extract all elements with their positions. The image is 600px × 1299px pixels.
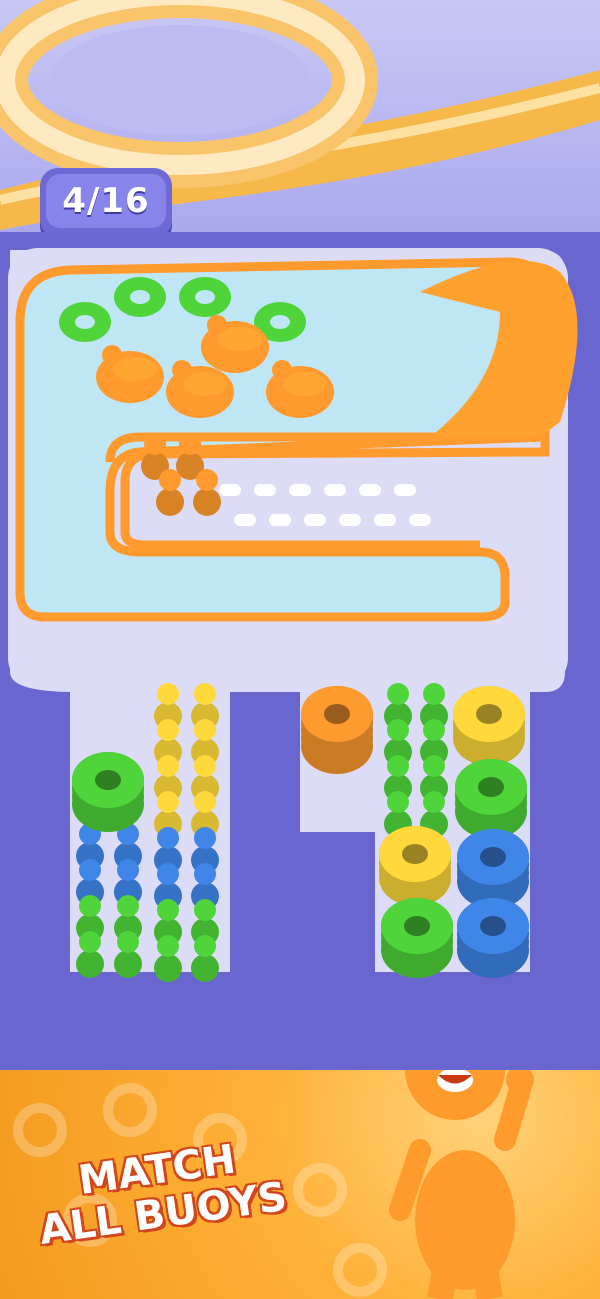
queue-slot: [304, 514, 326, 526]
ring-stack[interactable]: [381, 898, 453, 978]
ring-stack[interactable]: [457, 898, 529, 978]
slot-person[interactable]: [76, 931, 104, 978]
queue-slot: [289, 484, 311, 496]
ring-stack[interactable]: [379, 826, 451, 906]
ring-stack[interactable]: [455, 759, 527, 839]
queue-slot: [339, 514, 361, 526]
slot-person[interactable]: [154, 935, 182, 982]
queue-person[interactable]: [156, 469, 184, 516]
floating-ring: [59, 302, 111, 342]
queue-slot: [324, 484, 346, 496]
queue-person[interactable]: [193, 469, 221, 516]
queue-slot: [374, 514, 396, 526]
queue-slot: [234, 514, 256, 526]
game-board[interactable]: [0, 232, 600, 992]
ring-stack[interactable]: [453, 686, 525, 766]
ring-stack[interactable]: [457, 829, 529, 909]
ring-stack[interactable]: [72, 752, 144, 832]
level-counter: 4/16: [40, 168, 172, 238]
slot-person[interactable]: [114, 931, 142, 978]
queue-slot: [394, 484, 416, 496]
queue-slot: [254, 484, 276, 496]
queue-slot: [219, 484, 241, 496]
queue-slot: [269, 514, 291, 526]
slot-person[interactable]: [191, 935, 219, 982]
floating-ring: [179, 277, 231, 317]
floating-ring: [114, 277, 166, 317]
ring-stack[interactable]: [301, 686, 373, 774]
queue-slot: [409, 514, 431, 526]
queue-slot: [359, 484, 381, 496]
level-counter-text: 4/16: [46, 174, 166, 228]
